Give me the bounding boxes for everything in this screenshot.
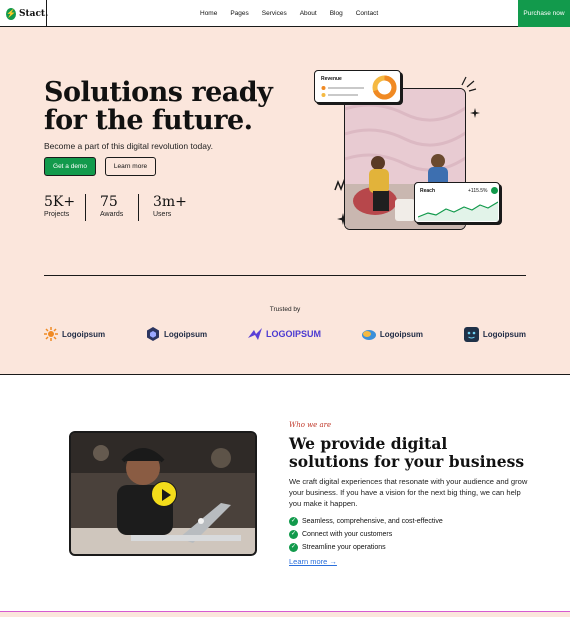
purchase-now-button[interactable]: Purchase now [518, 0, 570, 27]
hero-subtitle: Become a part of this digital revolution… [44, 141, 213, 151]
learn-more-link[interactable]: Learn more → [289, 557, 337, 566]
stat-awards: 75 Awards [100, 194, 123, 218]
stat-label: Awards [100, 211, 124, 218]
stat-label: Users [153, 211, 172, 218]
nav-about[interactable]: About [300, 10, 317, 17]
checklist-text: Streamline your operations [302, 544, 386, 551]
stat-value: 5K+ [44, 194, 76, 210]
logo-text: Stact. [18, 8, 49, 19]
nav-home[interactable]: Home [200, 10, 217, 17]
nav-services[interactable]: Services [262, 10, 287, 17]
play-button[interactable] [151, 481, 177, 507]
partner-logo-1[interactable]: Logoipsum [44, 326, 105, 342]
brand-logo[interactable]: ⚡ Stact. [0, 0, 49, 27]
nav-contact[interactable]: Contact [356, 10, 378, 17]
partner-logo-name: LOGOIPSUM [265, 329, 321, 339]
play-icon [162, 489, 171, 501]
up-arrow-icon [491, 187, 498, 194]
reach-sparkline [418, 201, 498, 221]
checklist-text: Connect with your customers [302, 531, 393, 538]
checklist-item: ✓ Seamless, comprehensive, and cost-effe… [289, 515, 443, 528]
cloud-logo-icon [361, 330, 376, 340]
partner-logo-name: Logoipsum [482, 329, 526, 339]
about-body: We craft digital experiences that resona… [289, 477, 528, 508]
next-section-edge [0, 611, 570, 617]
partner-logo-2[interactable]: Logoipsum [146, 326, 207, 342]
check-icon: ✓ [289, 530, 298, 539]
stat-value: 75 [100, 194, 118, 210]
partner-logo-name: Logoipsum [163, 329, 208, 339]
checklist-item: ✓ Streamline your operations [289, 541, 443, 554]
star-sparkle-icon [470, 108, 480, 118]
partner-logo-name: Logoipsum [62, 329, 106, 339]
partner-logos: Logoipsum Logoipsum LOGOIPSUM Logoipsum [44, 326, 526, 342]
hexagon-logo-icon [146, 327, 159, 341]
about-title: We provide digital solutions for your bu… [289, 434, 525, 471]
partner-logo-4[interactable]: Logoipsum [361, 326, 423, 342]
partner-logo-5[interactable]: Logoipsum [463, 326, 526, 342]
sunburst-logo-icon [44, 327, 58, 341]
learn-more-button[interactable]: Learn more [105, 157, 156, 176]
stat-divider [138, 194, 139, 221]
check-icon: ✓ [289, 517, 298, 526]
checklist-item: ✓ Connect with your customers [289, 528, 443, 541]
section-eyebrow: Who we are [289, 421, 332, 429]
reach-card: Reach +115.5% [414, 182, 500, 223]
nav-pages[interactable]: Pages [230, 10, 248, 17]
partner-logo-3[interactable]: LOGOIPSUM [247, 326, 321, 342]
stat-users: 3m+ Users [153, 194, 187, 218]
revenue-donut-icon [372, 75, 397, 100]
revenue-legend [321, 86, 364, 97]
main-nav: Home Pages Services About Blog Contact [200, 0, 378, 27]
stat-label: Projects [44, 211, 70, 218]
get-demo-button[interactable]: Get a demo [44, 157, 96, 176]
revenue-card: Revenue [314, 70, 401, 103]
logo-icon: ⚡ [6, 7, 16, 20]
feature-checklist: ✓ Seamless, comprehensive, and cost-effe… [289, 515, 443, 554]
stat-value: 3m+ [153, 194, 187, 210]
partner-logo-name: Logoipsum [379, 329, 423, 339]
nav-blog[interactable]: Blog [330, 10, 343, 17]
reach-change: +115.5% [468, 188, 488, 194]
check-icon: ✓ [289, 543, 298, 552]
bolt-logo-icon [247, 328, 262, 340]
about-video-thumbnail[interactable] [69, 431, 257, 556]
trusted-by-label: Trusted by [269, 306, 301, 313]
revenue-label: Revenue [321, 76, 342, 82]
face-logo-icon [463, 326, 479, 342]
stat-divider [85, 194, 86, 221]
reach-label: Reach [420, 188, 436, 194]
site-header: ⚡ Stact. Home Pages Services About Blog … [0, 0, 570, 27]
checklist-text: Seamless, comprehensive, and cost-effect… [302, 518, 443, 525]
hero-title: Solutions ready for the future. [44, 77, 273, 136]
hero-divider [44, 275, 526, 276]
stat-projects: 5K+ Projects [44, 194, 75, 218]
hero-section: Solutions ready for the future. Become a… [0, 27, 570, 375]
